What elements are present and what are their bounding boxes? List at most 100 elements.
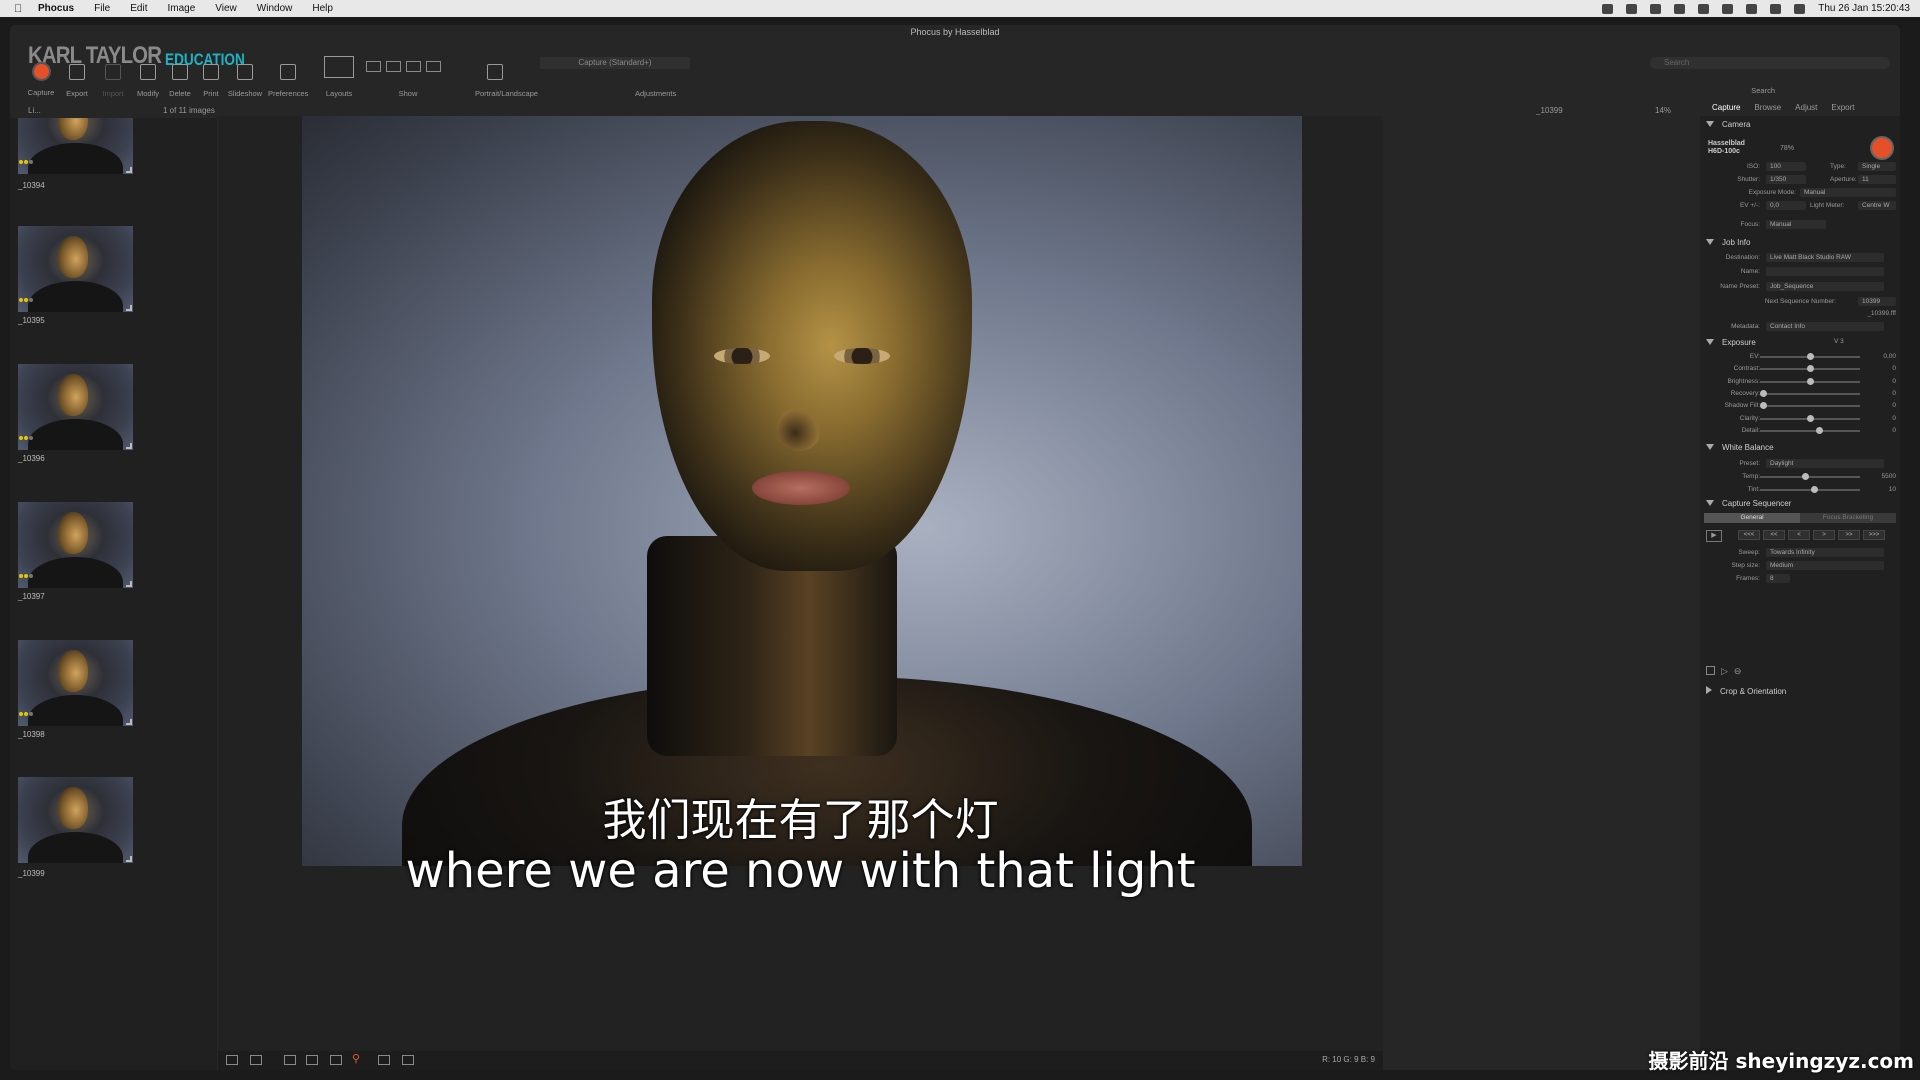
main-photo[interactable] <box>302 116 1302 866</box>
status-icon[interactable] <box>1602 3 1614 14</box>
thumbnail[interactable] <box>18 364 133 450</box>
exposure-slider[interactable] <box>1760 414 1860 422</box>
hand-icon[interactable] <box>378 1055 390 1065</box>
section-crop-orientation[interactable]: Crop & Orientation <box>1706 686 1786 696</box>
show-icon[interactable] <box>426 61 441 72</box>
exposure-slider[interactable] <box>1760 389 1860 397</box>
focus-field[interactable]: Manual <box>1766 220 1826 229</box>
name-preset-field[interactable]: Job_Sequence <box>1766 282 1884 291</box>
portrait-landscape-button[interactable]: Portrait/Landscape <box>475 64 538 98</box>
aperture-field[interactable]: 11 <box>1858 175 1896 184</box>
slideshow-button[interactable]: Slideshow <box>225 64 265 98</box>
thumbnail-browser[interactable]: _10394 _10395 _10396 _10397 _10398 _1039… <box>10 118 217 1070</box>
metadata-field[interactable]: Contact Info <box>1766 322 1884 331</box>
exposure-slider[interactable] <box>1760 377 1860 385</box>
nav-forward-fast-button[interactable]: >> <box>1838 530 1860 540</box>
exposure-mode-field[interactable]: Manual <box>1800 188 1896 197</box>
search-icon[interactable] <box>1770 3 1782 14</box>
exposure-value[interactable]: 0 <box>1892 402 1896 409</box>
show-button[interactable]: Show <box>388 64 428 98</box>
play-icon[interactable]: ▷ <box>1721 666 1728 677</box>
type-field[interactable]: Single <box>1858 162 1896 171</box>
exposure-slider[interactable] <box>1760 365 1860 373</box>
layouts-button[interactable]: Layouts <box>319 64 359 98</box>
exposure-version[interactable]: V 3 <box>1834 338 1844 345</box>
slider-knob[interactable] <box>1815 426 1823 434</box>
white-balance-value[interactable]: 10 <box>1889 486 1896 493</box>
clock[interactable]: Thu 26 Jan 15:20:43 <box>1818 3 1910 14</box>
light-meter-field[interactable]: Centre W <box>1858 201 1896 210</box>
menu-view[interactable]: View <box>215 3 237 14</box>
name-field[interactable] <box>1766 267 1884 276</box>
nav-forward-button[interactable]: > <box>1813 530 1835 540</box>
show-icon[interactable] <box>366 61 381 72</box>
tab-general[interactable]: General <box>1704 513 1800 523</box>
image-viewer[interactable]: 我们现在有了那个灯 where we are now with that lig… <box>218 116 1383 1051</box>
import-button[interactable]: Import <box>93 64 133 98</box>
slider-knob[interactable] <box>1760 402 1767 410</box>
status-icon[interactable] <box>1650 3 1662 14</box>
white-balance-slider[interactable] <box>1760 473 1860 480</box>
exposure-value[interactable]: 0 <box>1892 365 1896 372</box>
exposure-value[interactable]: 0 <box>1892 390 1896 397</box>
control-center-icon[interactable] <box>1794 3 1806 14</box>
menu-file[interactable]: File <box>94 3 110 14</box>
browser-path[interactable]: Li... <box>28 106 41 115</box>
slider-knob[interactable] <box>1811 485 1819 493</box>
tab-browse[interactable]: Browse <box>1754 103 1781 112</box>
exposure-slider[interactable] <box>1760 353 1860 360</box>
section-exposure[interactable]: Exposure <box>1706 338 1756 347</box>
status-icon[interactable] <box>1674 3 1686 14</box>
ev-field[interactable]: 0,0 <box>1766 201 1806 210</box>
section-capture-sequencer[interactable]: Capture Sequencer <box>1706 499 1791 508</box>
adjustments-button[interactable]: Adjustments <box>635 64 676 98</box>
thumbnail[interactable] <box>18 226 133 312</box>
step-size-field[interactable]: Medium <box>1766 561 1884 570</box>
eyedropper-icon[interactable] <box>330 1055 342 1065</box>
tab-focus-bracketing[interactable]: Focus Bracketing <box>1800 513 1896 523</box>
exposure-value[interactable]: 0 <box>1892 427 1896 434</box>
minus-circle-icon[interactable]: ⊖ <box>1734 666 1742 677</box>
exposure-value[interactable]: 0 <box>1892 415 1896 422</box>
exposure-slider[interactable] <box>1760 426 1860 434</box>
menu-image[interactable]: Image <box>167 3 195 14</box>
slider-knob[interactable] <box>1806 414 1814 422</box>
bluetooth-icon[interactable] <box>1698 3 1710 14</box>
shutter-field[interactable]: 1/350 <box>1766 175 1806 184</box>
section-job-info[interactable]: Job Info <box>1706 238 1750 247</box>
apple-icon[interactable]:  <box>14 3 26 15</box>
tab-adjust[interactable]: Adjust <box>1795 103 1817 112</box>
nav-last-button[interactable]: >>> <box>1863 530 1885 540</box>
slider-knob[interactable] <box>1806 377 1814 385</box>
iso-field[interactable]: 100 <box>1766 162 1806 171</box>
square-icon[interactable] <box>1706 666 1715 675</box>
next-seq-field[interactable]: 10399 <box>1858 297 1896 306</box>
zoom-level[interactable]: 14% <box>1655 106 1671 115</box>
menu-icon[interactable] <box>402 1055 414 1065</box>
thumbnail-selected[interactable] <box>18 777 133 863</box>
capture-button[interactable]: Capture <box>21 64 61 97</box>
nav-back-button[interactable]: < <box>1788 530 1810 540</box>
tab-capture[interactable]: Capture <box>1712 103 1740 112</box>
menu-window[interactable]: Window <box>257 3 293 14</box>
nav-back-fast-button[interactable]: << <box>1763 530 1785 540</box>
wb-preset-field[interactable]: Daylight <box>1766 459 1884 468</box>
section-white-balance[interactable]: White Balance <box>1706 443 1774 452</box>
exposure-value[interactable]: 0 <box>1892 378 1896 385</box>
thumbnail[interactable] <box>18 640 133 726</box>
single-view-icon[interactable] <box>250 1055 262 1065</box>
menu-app[interactable]: Phocus <box>38 3 74 14</box>
slider-knob[interactable] <box>1806 365 1814 373</box>
white-balance-slider[interactable] <box>1760 485 1860 493</box>
battery-icon[interactable] <box>1722 3 1734 14</box>
compare-icon[interactable] <box>226 1055 238 1065</box>
exposure-value[interactable]: 0,00 <box>1883 353 1896 360</box>
section-camera[interactable]: Camera <box>1706 120 1750 129</box>
frames-field[interactable]: 8 <box>1766 574 1790 583</box>
slider-knob[interactable] <box>1806 353 1814 360</box>
thumbnail[interactable] <box>18 118 133 174</box>
destination-field[interactable]: Live Matt Black Studio RAW <box>1766 253 1884 262</box>
menu-help[interactable]: Help <box>312 3 333 14</box>
preferences-button[interactable]: Preferences <box>268 64 308 98</box>
play-button[interactable]: ▶ <box>1706 530 1722 542</box>
